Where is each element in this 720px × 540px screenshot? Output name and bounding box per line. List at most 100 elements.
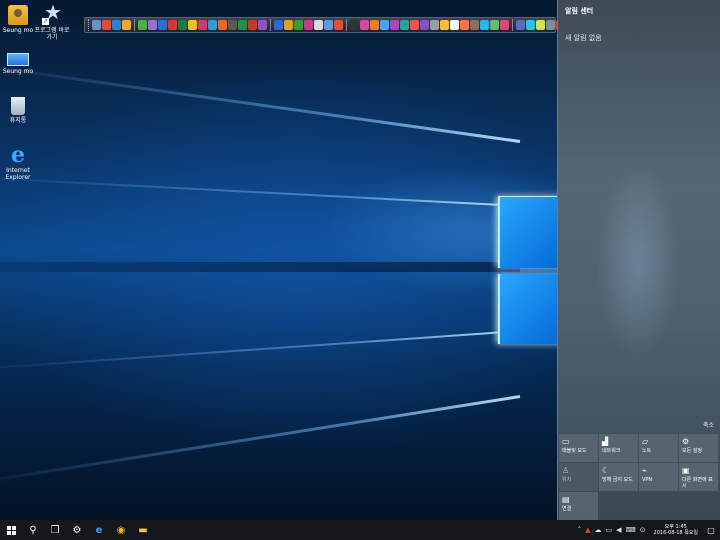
toolbar-app-icon[interactable] <box>460 20 469 30</box>
toolbar-app-icon[interactable] <box>208 20 217 30</box>
quick-action-label: 네트워크 <box>602 448 621 454</box>
toolbar-app-icon[interactable] <box>490 20 499 30</box>
this-pc-icon <box>7 53 29 66</box>
chrome-icon: ◉ <box>116 524 126 536</box>
collapse-button[interactable]: 축소 <box>703 420 714 429</box>
toolbar-app-icon[interactable] <box>526 20 535 30</box>
toolbar-app-icon[interactable] <box>450 20 459 30</box>
user-folder-icon <box>8 5 28 25</box>
notification-icon: ▢ <box>707 525 715 535</box>
toolbar-app-icon[interactable] <box>500 20 509 30</box>
file-explorer-icon: ▬ <box>138 524 148 536</box>
quick-action-tile[interactable]: ⚙ 모든 설정 <box>679 434 718 462</box>
quick-action-tile[interactable]: ⌁ VPN <box>639 463 678 491</box>
desktop-icon-label: Seung mo <box>2 27 34 34</box>
toolbar-app-icon[interactable] <box>390 20 399 30</box>
toolbar-app-icon[interactable] <box>148 20 157 30</box>
edge-icon: e <box>95 524 103 536</box>
windows-start-icon <box>6 525 16 535</box>
taskbar-app-button[interactable]: ▬ <box>132 520 154 540</box>
toolbar-app-icon[interactable] <box>158 20 167 30</box>
taskbar-app-button[interactable]: ⚙ <box>66 520 88 540</box>
no-notifications-message: 새 알림 없음 <box>565 34 602 42</box>
keyboard-icon[interactable]: ⌨ <box>626 526 636 534</box>
toolbar-app-icon[interactable] <box>480 20 489 30</box>
toolbar-separator <box>346 19 347 31</box>
taskbar-app-button[interactable]: e <box>88 520 110 540</box>
toolbar-separator <box>134 19 135 31</box>
toolbar-app-icon[interactable] <box>334 20 343 30</box>
quick-action-label: VPN <box>642 477 653 483</box>
toolbar-app-icon[interactable] <box>400 20 409 30</box>
quick-action-tile[interactable]: ☾ 방해 금지 모드 <box>599 463 638 491</box>
quick-action-label: 방해 금지 모드 <box>602 477 633 483</box>
toolbar-app-icon[interactable] <box>178 20 187 30</box>
task-view-button[interactable]: ❐ <box>44 520 66 540</box>
desktop-icon-this-pc[interactable]: Seung mo <box>0 49 36 75</box>
quick-action-tile[interactable]: ▱ 노트 <box>639 434 678 462</box>
toolbar-app-icon[interactable] <box>168 20 177 30</box>
desktop-icon-label: Internet Explorer <box>5 167 31 181</box>
toolbar-app-icon[interactable] <box>304 20 313 30</box>
toolbar-app-icon[interactable] <box>92 20 101 30</box>
quick-action-tile[interactable]: ▟ 네트워크 <box>599 434 638 462</box>
toolbar-app-icon[interactable] <box>228 20 237 30</box>
toolbar-app-icon[interactable] <box>546 20 555 30</box>
toolbar-app-icon[interactable] <box>122 20 131 30</box>
settings-gear-icon: ⚙ <box>682 437 690 446</box>
taskbar-app-button[interactable]: ◉ <box>110 520 132 540</box>
toolbar-app-icon[interactable] <box>314 20 323 30</box>
pinned-apps: ⚙ e ◉ ▬ <box>66 520 154 540</box>
toolbar-app-icon[interactable] <box>470 20 479 30</box>
search-icon: ⚲ <box>29 524 37 536</box>
toolbar-app-icon[interactable] <box>410 20 419 30</box>
toolbar-app-icon[interactable] <box>360 20 369 30</box>
toolbar-app-icon[interactable] <box>350 20 359 30</box>
toolbar-app-icon[interactable] <box>284 20 293 30</box>
quick-action-tile[interactable]: ▣ 다른 화면에 표시 <box>679 463 718 491</box>
toolbar-app-icon[interactable] <box>258 20 267 30</box>
toolbar-app-icon[interactable] <box>112 20 121 30</box>
language-icon[interactable]: ⊙ <box>640 526 646 534</box>
toolbar-app-icon[interactable] <box>218 20 227 30</box>
desktop-icon-program-shortcut[interactable]: ★ ↗ 프로그램 바로가기 <box>34 2 70 41</box>
security-alert-icon[interactable]: ▲ <box>585 526 590 534</box>
toolbar-app-icon[interactable] <box>138 20 147 30</box>
clock[interactable]: 오후 1:45 2016-08-18 목요일 <box>654 524 698 536</box>
start-button[interactable] <box>0 520 22 540</box>
toolbar-app-icon[interactable] <box>198 20 207 30</box>
chevron-up-icon[interactable]: ˄ <box>578 526 582 534</box>
quick-action-tile[interactable]: ▭ 태블릿 모드 <box>559 434 598 462</box>
toolbar-app-icon[interactable] <box>536 20 545 30</box>
toolbar-grip-handle[interactable] <box>88 19 89 31</box>
quick-action-tile[interactable]: ▤ 연결 <box>559 492 598 520</box>
desktop-icon-recycle-bin[interactable]: 휴지통 <box>0 97 36 124</box>
toolbar-app-icon[interactable] <box>102 20 111 30</box>
desktop-icon-label: 프로그램 바로가기 <box>34 27 70 41</box>
toolbar-app-icon[interactable] <box>420 20 429 30</box>
quick-action-label: 연결 <box>562 506 572 512</box>
toolbar-app-icon[interactable] <box>294 20 303 30</box>
onedrive-icon[interactable]: ☁ <box>595 526 602 534</box>
toolbar-app-icon[interactable] <box>274 20 283 30</box>
toolbar-app-icon[interactable] <box>238 20 247 30</box>
toolbar-app-icon[interactable] <box>430 20 439 30</box>
toolbar-app-icon[interactable] <box>380 20 389 30</box>
network-icon: ▟ <box>602 437 609 446</box>
action-center-button[interactable]: ▢ <box>702 520 720 540</box>
desktop-icon-label: Seung mo <box>2 68 34 75</box>
toolbar-app-icon[interactable] <box>440 20 449 30</box>
desktop-icon-internet-explorer[interactable]: e Internet Explorer <box>0 144 36 181</box>
tray-icons: ˄ ▲ ☁ ▭ ◀ ⌨ ⊙ <box>576 526 648 534</box>
search-button[interactable]: ⚲ <box>22 520 44 540</box>
quick-action-tile[interactable]: ♙ 위치 <box>559 463 598 491</box>
volume-icon[interactable]: ◀ <box>616 526 621 534</box>
light-beam <box>0 62 521 143</box>
desktop-icon-user-folder[interactable]: Seung mo <box>0 5 36 34</box>
toolbar-app-icon[interactable] <box>188 20 197 30</box>
toolbar-app-icon[interactable] <box>516 20 525 30</box>
toolbar-app-icon[interactable] <box>370 20 379 30</box>
network-monitor-icon[interactable]: ▭ <box>606 526 613 534</box>
toolbar-app-icon[interactable] <box>248 20 257 30</box>
toolbar-app-icon[interactable] <box>324 20 333 30</box>
